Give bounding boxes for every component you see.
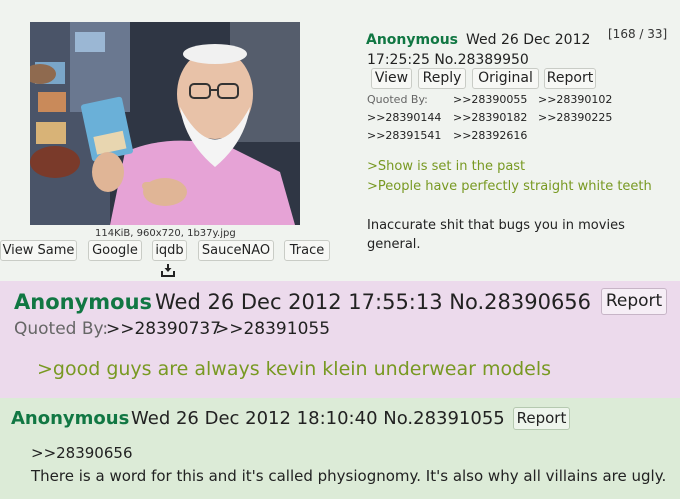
- post-image[interactable]: [30, 22, 300, 225]
- original-button[interactable]: Original: [472, 68, 539, 89]
- post-body-line: There is a word for this and it's called…: [31, 467, 667, 485]
- report-button[interactable]: Report: [513, 407, 570, 430]
- quote-link[interactable]: >>28390182: [453, 111, 527, 124]
- post-meta: Wed 26 Dec 2012 17:55:13 No.28390656: [155, 290, 592, 314]
- report-button[interactable]: Report: [601, 288, 667, 315]
- poster-name: Anonymous: [11, 408, 130, 429]
- reply-post: Anonymous Wed 26 Dec 2012 18:10:40 No.28…: [0, 398, 680, 499]
- quoted-by-label: Quoted By:: [367, 93, 428, 106]
- quoted-by-label: Quoted By:: [14, 319, 109, 339]
- greentext-line: >good guys are always kevin klein underw…: [37, 358, 552, 380]
- post-date: Wed 26 Dec 2012: [466, 32, 591, 48]
- google-button[interactable]: Google: [88, 240, 142, 261]
- quote-link[interactable]: >>28390144: [367, 111, 441, 124]
- poster-name: Anonymous: [14, 290, 153, 314]
- quote-link[interactable]: >>28390225: [538, 111, 612, 124]
- iqdb-button[interactable]: iqdb: [152, 240, 187, 261]
- op-post: 114KiB, 960x720, 1b37y.jpg View Same Goo…: [0, 0, 680, 281]
- quote-link[interactable]: >>28390102: [538, 93, 612, 106]
- quote-link[interactable]: >>28391541: [367, 129, 441, 142]
- greentext-line: >Show is set in the past: [367, 159, 526, 174]
- reply-button[interactable]: Reply: [418, 68, 466, 89]
- file-info: 114KiB, 960x720, 1b37y.jpg: [95, 228, 236, 239]
- saucenao-button[interactable]: SauceNAO: [198, 240, 274, 261]
- quote-link[interactable]: >>28390737: [106, 319, 221, 339]
- quote-link[interactable]: >>28390055: [453, 93, 527, 106]
- reply-image-count: [168 / 33]: [608, 27, 668, 41]
- post-time-number[interactable]: 17:25:25 No.28389950: [367, 52, 529, 68]
- quote-link[interactable]: >>28391055: [215, 319, 330, 339]
- post-body-line: general.: [367, 237, 421, 252]
- report-button[interactable]: Report: [544, 68, 596, 89]
- trace-button[interactable]: Trace: [284, 240, 330, 261]
- quote-link[interactable]: >>28390656: [31, 444, 132, 462]
- poster-name: Anonymous: [366, 32, 459, 48]
- view-button[interactable]: View: [371, 68, 412, 89]
- post-body-line: Inaccurate shit that bugs you in movies: [367, 218, 625, 233]
- download-icon[interactable]: [161, 262, 175, 277]
- quote-link[interactable]: >>28392616: [453, 129, 527, 142]
- post-meta: Wed 26 Dec 2012 18:10:40 No.28391055: [131, 408, 505, 429]
- reply-post: Anonymous Wed 26 Dec 2012 17:55:13 No.28…: [0, 281, 680, 398]
- greentext-line: >People have perfectly straight white te…: [367, 179, 652, 194]
- view-same-button[interactable]: View Same: [0, 240, 77, 261]
